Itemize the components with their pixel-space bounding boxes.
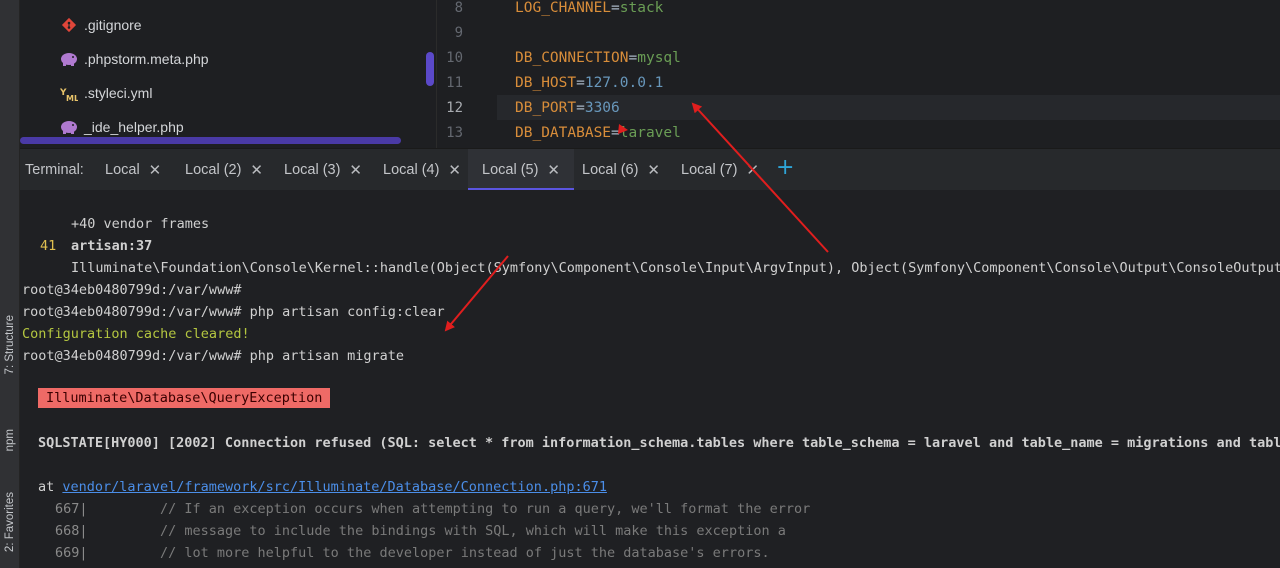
line-number: 8 <box>454 0 463 16</box>
code-line: DB_DATABASE=laravel <box>515 125 681 141</box>
source-comment: // message to include the bindings with … <box>160 523 786 539</box>
php-elephant-icon <box>60 118 78 136</box>
source-line-number: 668| <box>55 523 88 539</box>
project-tree-horizontal-scrollbar[interactable] <box>20 137 401 144</box>
line-number: 9 <box>454 25 463 41</box>
source-line-number: 667| <box>55 501 88 517</box>
frame-number: 41 <box>40 238 57 254</box>
tab-label: Local (2) <box>185 162 242 178</box>
env-value: 3306 <box>584 100 620 116</box>
yaml-icon: Y ML <box>60 84 78 102</box>
line-number-gutter: 8 9 10 11 12 13 <box>437 0 497 148</box>
tree-item-gitignore[interactable]: .gitignore <box>60 13 142 37</box>
env-value: laravel <box>619 125 681 141</box>
terminal-label: Terminal: <box>25 162 84 178</box>
tab-local-2[interactable]: Local (2) ✕ <box>185 149 263 191</box>
git-icon <box>60 16 78 34</box>
tab-local-3[interactable]: Local (3) ✕ <box>284 149 362 191</box>
tree-item-label: _ide_helper.php <box>84 119 184 135</box>
tab-label: Local (4) <box>383 162 440 178</box>
svg-text:ML: ML <box>66 94 78 102</box>
php-elephant-icon <box>60 50 78 68</box>
favorites-tab-label: 2: Favorites <box>3 491 16 553</box>
code-line: DB_CONNECTION=mysql <box>515 50 681 66</box>
env-key: DB_DATABASE <box>515 125 612 141</box>
line-number: 12 <box>446 100 463 116</box>
env-editor[interactable]: 8 9 10 11 12 13 LOG_CHANNEL=stack DB_CON… <box>437 0 1280 148</box>
frame-file: artisan:37 <box>71 238 153 254</box>
tree-item-ide-helper[interactable]: _ide_helper.php <box>60 115 184 139</box>
structure-tool-tab[interactable]: 7: Structure <box>0 300 19 390</box>
source-comment: // lot more helpful to the developer ins… <box>160 545 770 561</box>
exception-badge: Illuminate\Database\QueryException <box>38 388 331 408</box>
tab-local-5[interactable]: Local (5) ✕ <box>468 149 574 191</box>
success-message: Configuration cache cleared! <box>22 326 250 342</box>
close-icon[interactable]: ✕ <box>547 161 560 179</box>
tab-label: Local (6) <box>582 162 639 178</box>
tab-label: Local (7) <box>681 162 738 178</box>
stack-location: at vendor/laravel/framework/src/Illumina… <box>38 479 607 495</box>
frame-call: Illuminate\Foundation\Console\Kernel::ha… <box>71 260 1280 276</box>
close-icon[interactable]: ✕ <box>250 161 263 179</box>
shell-command-line: root@34eb0480799d:/var/www# php artisan … <box>22 304 445 320</box>
tab-local-4[interactable]: Local (4) ✕ <box>383 149 461 191</box>
tab-label: Local (5) <box>482 162 539 178</box>
shell-command-line: root@34eb0480799d:/var/www# php artisan … <box>22 348 405 364</box>
tree-item-label: .phpstorm.meta.php <box>84 51 209 67</box>
source-line-number: 669| <box>55 545 88 561</box>
code-line: DB_PORT=3306 <box>515 100 620 116</box>
npm-tool-tab[interactable]: npm <box>0 410 19 470</box>
tree-item-styleci[interactable]: Y ML .styleci.yml <box>60 81 152 105</box>
tab-local-7[interactable]: Local (7) ✕ <box>681 149 759 191</box>
tab-local-1[interactable]: Local ✕ <box>105 149 161 191</box>
tab-local-6[interactable]: Local (6) ✕ <box>582 149 660 191</box>
source-file-link[interactable]: vendor/laravel/framework/src/Illuminate/… <box>62 479 607 495</box>
tool-window-strip: 7: Structure npm 2: Favorites <box>0 0 20 568</box>
terminal-tab-bar: Terminal: Local ✕ Local (2) ✕ Local (3) ✕ L… <box>20 148 1280 191</box>
env-value: 127.0.0.1 <box>584 75 664 91</box>
tree-item-label: .styleci.yml <box>84 85 153 101</box>
code-line: LOG_CHANNEL=stack <box>515 0 664 16</box>
code-line: DB_HOST=127.0.0.1 <box>515 75 664 91</box>
project-tree: .gitignore .phpstorm.meta.php Y ML .style… <box>20 0 436 148</box>
line-number: 11 <box>446 75 463 91</box>
close-icon[interactable]: ✕ <box>647 161 660 179</box>
close-icon[interactable]: ✕ <box>746 161 759 179</box>
favorites-tool-tab[interactable]: 2: Favorites <box>0 478 19 566</box>
line-number: 10 <box>446 50 463 66</box>
source-comment: // If an exception occurs when attemptin… <box>160 501 811 517</box>
sqlstate-error: SQLSTATE[HY000] [2002] Connection refuse… <box>38 435 1280 451</box>
env-value: stack <box>619 0 664 16</box>
env-key: DB_PORT <box>515 100 577 116</box>
tree-item-label: .gitignore <box>84 17 142 33</box>
close-icon[interactable]: ✕ <box>349 161 362 179</box>
vendor-frames-line: +40 vendor frames <box>71 216 210 232</box>
line-number: 13 <box>446 125 463 141</box>
structure-tab-label: 7: Structure <box>3 315 16 375</box>
npm-tab-label: npm <box>3 428 16 452</box>
env-key: LOG_CHANNEL <box>515 0 612 16</box>
tree-item-phpstorm-meta[interactable]: .phpstorm.meta.php <box>60 47 209 71</box>
env-key: DB_CONNECTION <box>515 50 629 66</box>
close-icon[interactable]: ✕ <box>149 161 162 179</box>
close-icon[interactable]: ✕ <box>448 161 461 179</box>
shell-prompt: root@34eb0480799d:/var/www# <box>22 282 242 298</box>
project-tree-vertical-scrollbar[interactable] <box>426 52 434 86</box>
terminal-output[interactable]: +40 vendor frames 41 artisan:37 Illumina… <box>20 190 1280 568</box>
env-value: mysql <box>637 50 681 66</box>
tab-label: Local (3) <box>284 162 341 178</box>
tab-label: Local <box>105 162 140 178</box>
env-key: DB_HOST <box>515 75 577 91</box>
new-tab-plus-icon[interactable]: + <box>776 155 794 180</box>
